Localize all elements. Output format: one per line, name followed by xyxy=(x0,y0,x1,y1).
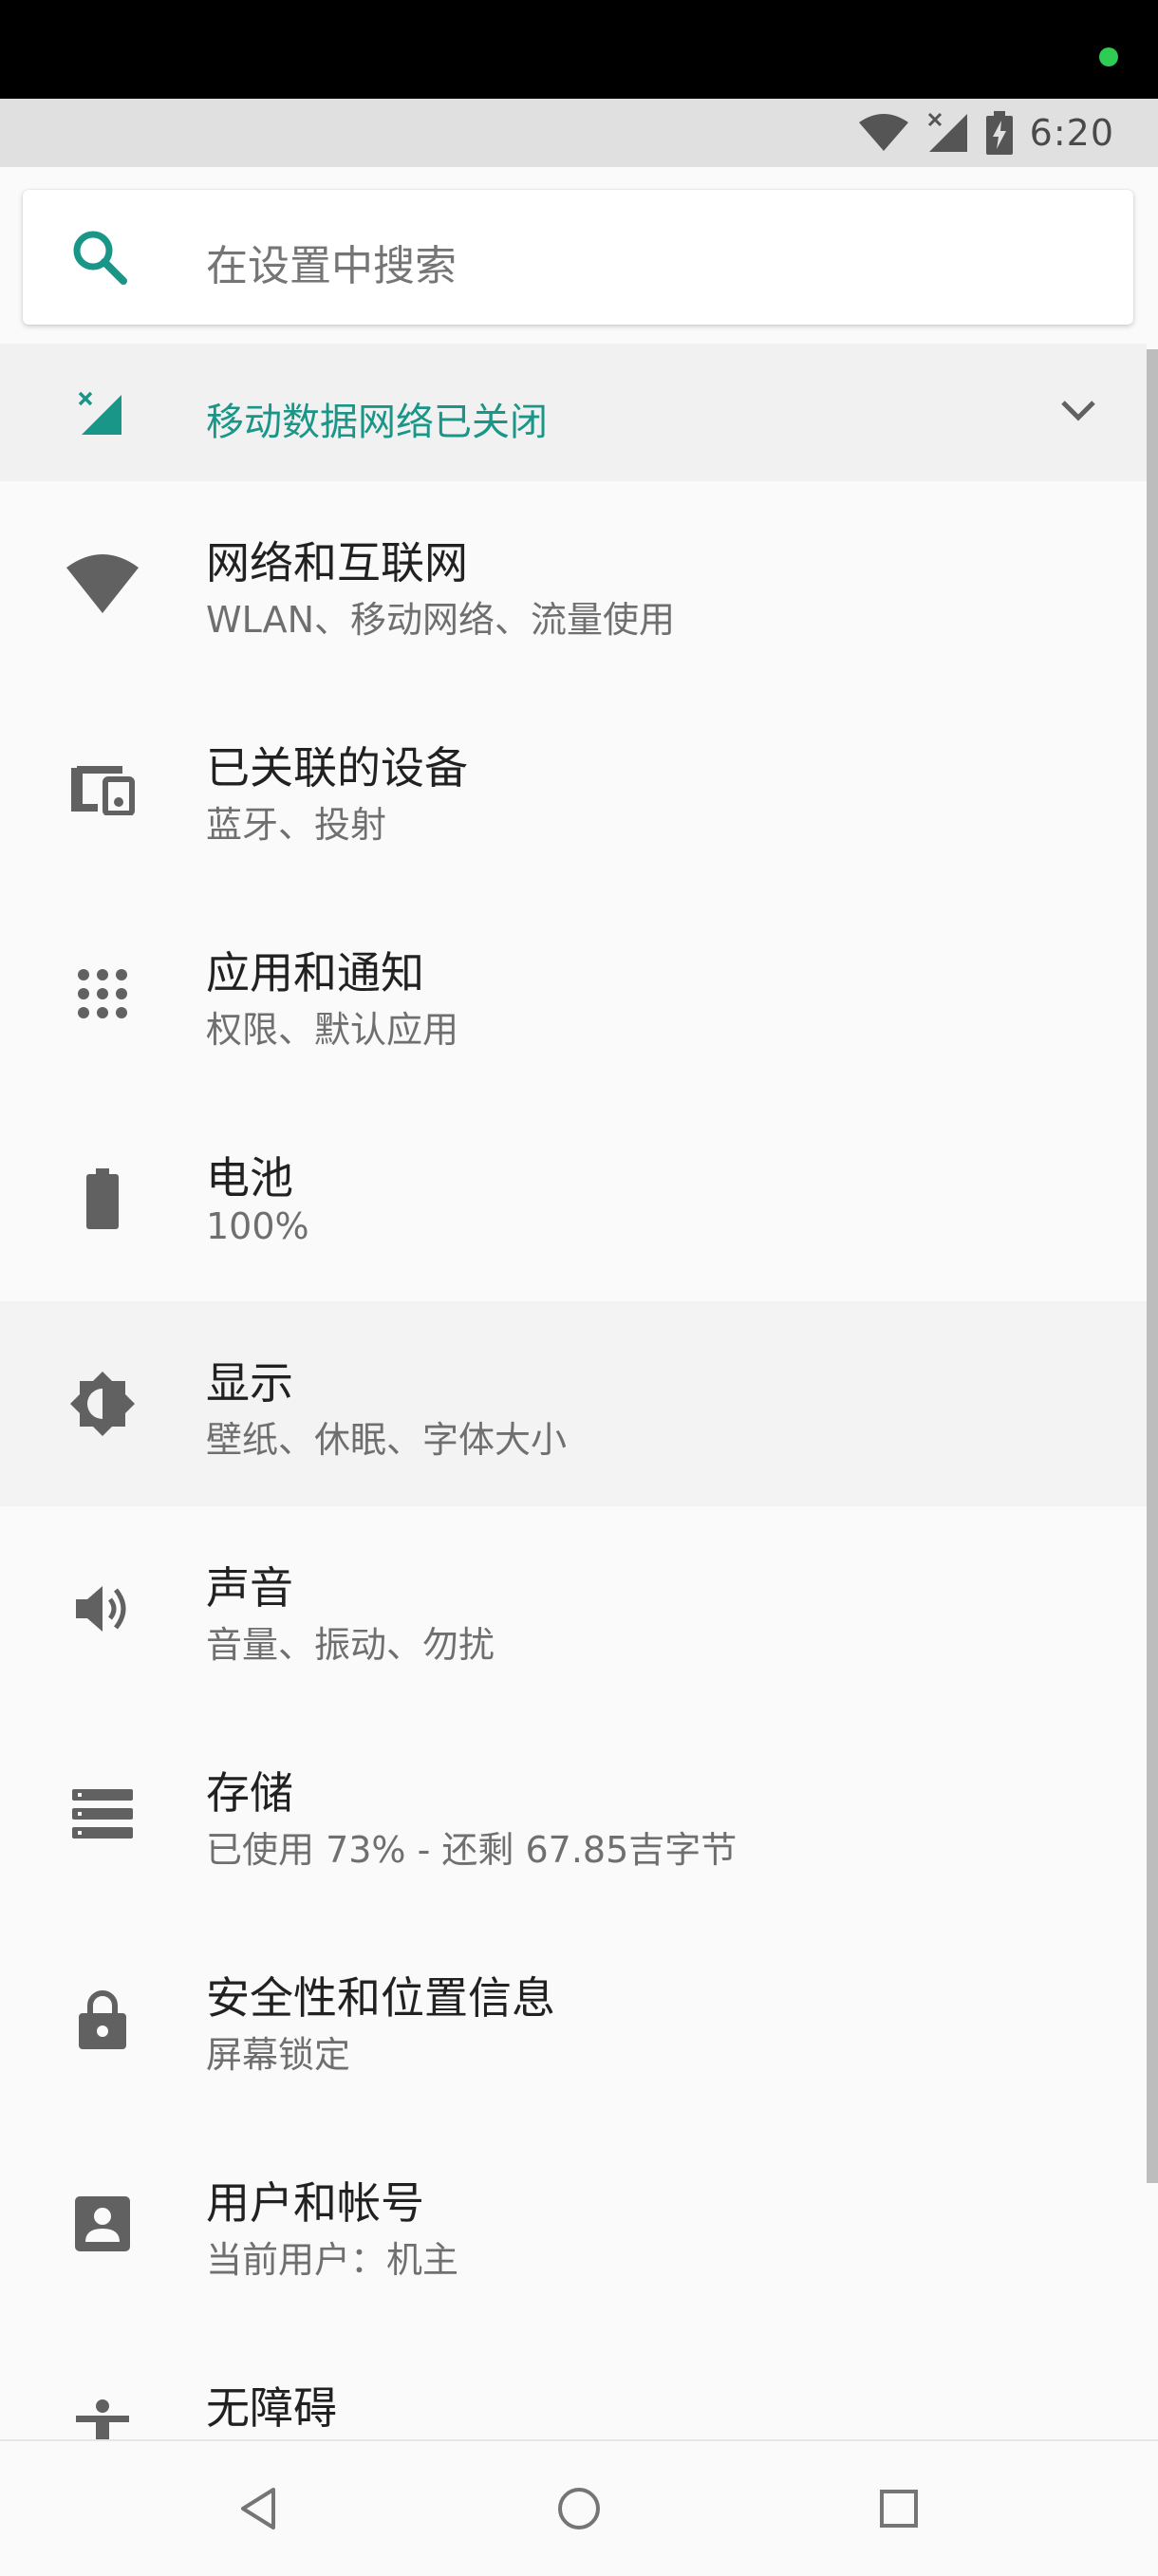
search-bar[interactable]: 在设置中搜索 xyxy=(23,190,1133,325)
home-circle-icon xyxy=(558,2488,600,2529)
scrollbar[interactable] xyxy=(1147,349,1158,2183)
settings-item-title: 已关联的设备 xyxy=(206,742,468,793)
battery-charging-icon xyxy=(985,111,1013,155)
settings-item-security[interactable]: 安全性和位置信息 屏幕锁定 xyxy=(0,1916,1147,2121)
settings-item-title: 应用和通知 xyxy=(206,947,424,999)
settings-item-apps[interactable]: 应用和通知 权限、默认应用 xyxy=(0,891,1147,1096)
status-time: 6:20 xyxy=(1029,112,1114,154)
home-button[interactable] xyxy=(553,2483,605,2534)
settings-item-subtitle: WLAN、移动网络、流量使用 xyxy=(206,599,676,641)
settings-item-subtitle: 100% xyxy=(206,1205,309,1247)
search-icon xyxy=(73,231,127,285)
volume-icon xyxy=(63,1569,142,1649)
suggestion-label: 移动数据网络已关闭 xyxy=(206,401,548,444)
settings-item-network[interactable]: 网络和互联网 WLAN、移动网络、流量使用 xyxy=(0,481,1147,686)
settings-item-title: 用户和帐号 xyxy=(206,2177,424,2229)
settings-item-display[interactable]: 显示 壁纸、休眠、字体大小 xyxy=(0,1301,1147,1506)
camera-indicator-dot xyxy=(1099,47,1118,66)
settings-item-subtitle: 权限、默认应用 xyxy=(206,1009,459,1051)
apps-grid-icon xyxy=(63,954,142,1034)
camera-notch-bar xyxy=(0,0,1158,99)
settings-item-accounts[interactable]: 用户和帐号 当前用户：机主 xyxy=(0,2121,1147,2326)
settings-item-subtitle: 已使用 73% - 还剩 67.85吉字节 xyxy=(206,1829,738,1871)
settings-item-battery[interactable]: 电池 100% xyxy=(0,1096,1147,1301)
chevron-down-icon[interactable] xyxy=(1057,397,1099,425)
brightness-icon xyxy=(63,1364,142,1444)
search-placeholder: 在设置中搜索 xyxy=(206,242,457,290)
settings-item-title: 网络和互联网 xyxy=(206,537,468,588)
lock-icon xyxy=(63,1979,142,2059)
settings-item-sound[interactable]: 声音 音量、振动、勿扰 xyxy=(0,1506,1147,1711)
connected-devices-icon xyxy=(63,749,142,829)
status-bar: 6:20 xyxy=(0,99,1158,167)
signal-off-icon xyxy=(927,112,967,152)
settings-item-title: 存储 xyxy=(206,1767,293,1819)
wifi-icon xyxy=(63,544,142,624)
settings-item-subtitle: 当前用户：机主 xyxy=(206,2239,459,2281)
settings-item-title: 电池 xyxy=(206,1152,293,1204)
settings-item-title: 声音 xyxy=(206,1562,293,1614)
settings-item-subtitle: 音量、振动、勿扰 xyxy=(206,1624,495,1666)
settings-item-subtitle: 屏幕锁定 xyxy=(206,2034,351,2076)
recents-button[interactable] xyxy=(873,2483,925,2534)
battery-icon xyxy=(63,1159,142,1239)
settings-item-subtitle: 壁纸、休眠、字体大小 xyxy=(206,1419,568,1461)
settings-item-storage[interactable]: 存储 已使用 73% - 还剩 67.85吉字节 xyxy=(0,1711,1147,1916)
mobile-data-off-icon xyxy=(78,391,121,435)
back-triangle-icon xyxy=(241,2488,275,2529)
settings-item-title: 安全性和位置信息 xyxy=(206,1972,555,2024)
wifi-status-icon xyxy=(858,114,908,151)
settings-item-subtitle: 蓝牙、投射 xyxy=(206,804,387,846)
recents-square-icon xyxy=(880,2490,918,2528)
settings-item-connected-devices[interactable]: 已关联的设备 蓝牙、投射 xyxy=(0,686,1147,891)
settings-item-title: 显示 xyxy=(206,1357,293,1409)
storage-icon xyxy=(63,1774,142,1854)
mobile-data-off-suggestion[interactable]: 移动数据网络已关闭 xyxy=(0,344,1147,481)
settings-list: 网络和互联网 WLAN、移动网络、流量使用 已关联的设备 蓝牙、投射 应用和通知… xyxy=(0,481,1147,2531)
settings-item-title: 无障碍 xyxy=(206,2382,337,2434)
back-button[interactable] xyxy=(233,2483,284,2534)
account-icon xyxy=(63,2184,142,2264)
navigation-bar xyxy=(0,2439,1158,2576)
